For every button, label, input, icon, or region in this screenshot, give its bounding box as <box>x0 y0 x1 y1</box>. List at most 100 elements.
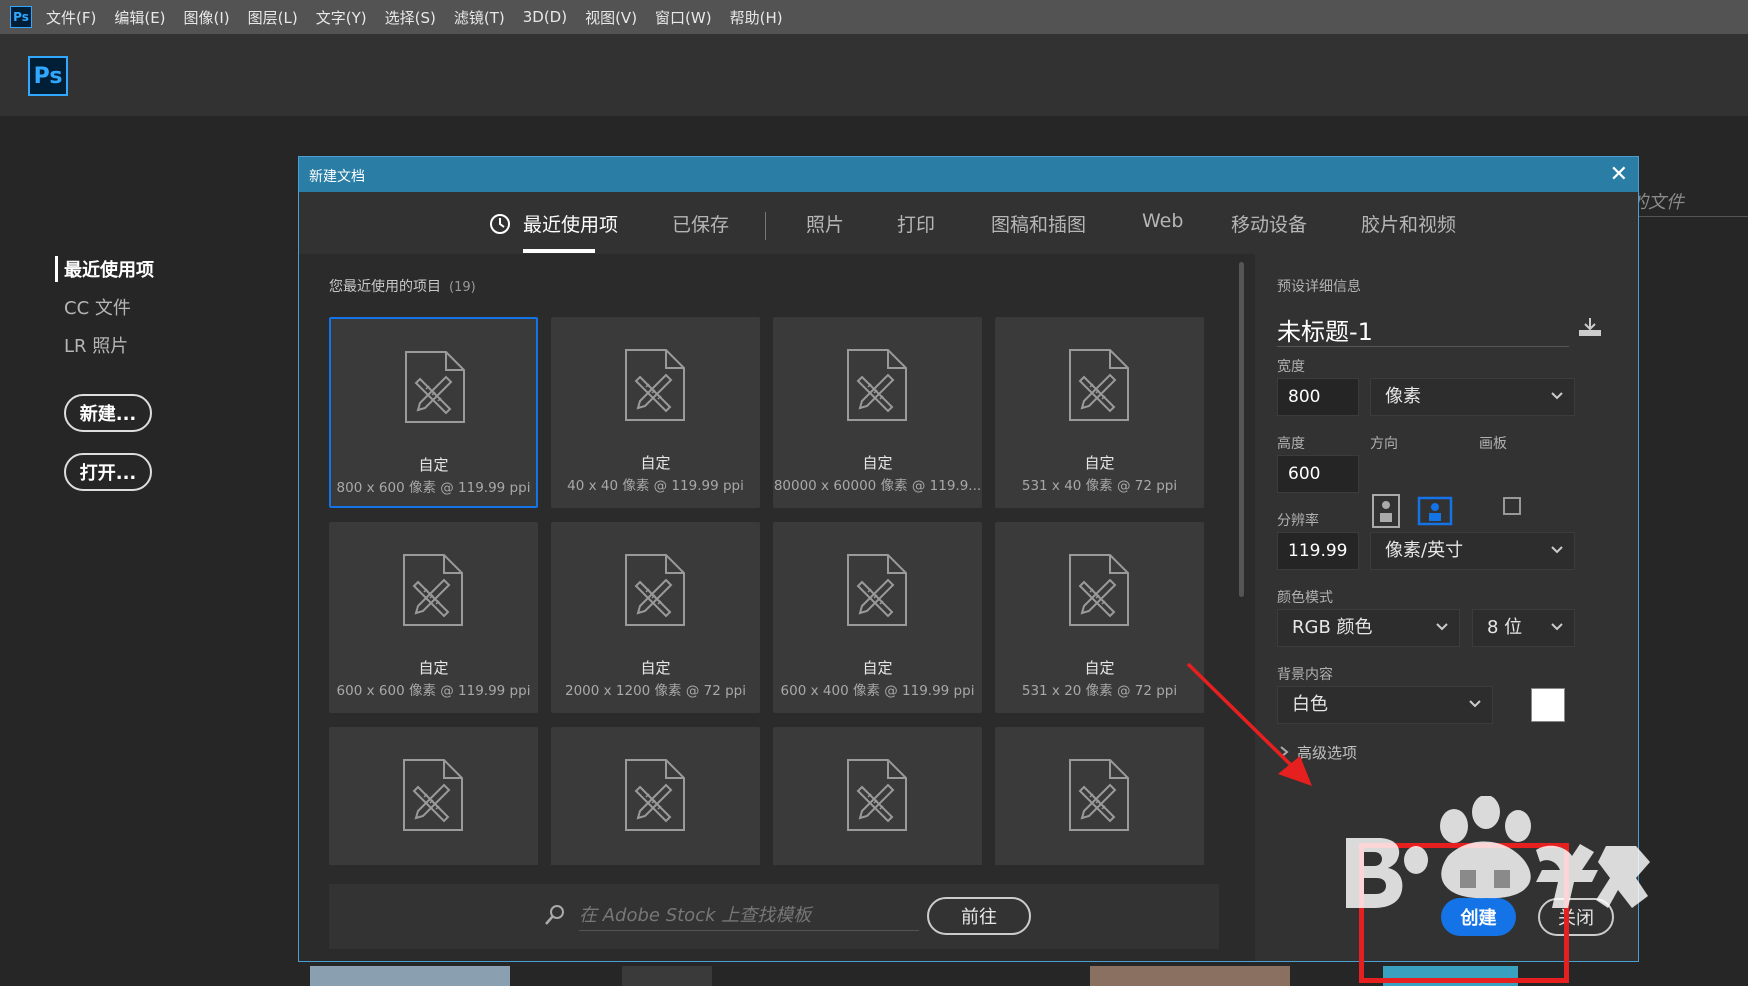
tab-mobile[interactable]: 移动设备 <box>1231 210 1307 237</box>
menu-bar: Ps 文件(F) 编辑(E) 图像(I) 图层(L) 文字(Y) 选择(S) 滤… <box>0 0 1748 34</box>
preset-card[interactable]: 自定 600 x 600 像素 @ 119.99 ppi <box>329 522 538 713</box>
color-mode-select[interactable]: RGB 颜色 <box>1277 609 1460 647</box>
chevron-down-icon <box>1551 392 1563 400</box>
preset-card[interactable] <box>773 727 982 865</box>
preset-card[interactable] <box>551 727 760 865</box>
menu-filter[interactable]: 滤镜(T) <box>454 7 505 28</box>
dialog-title: 新建文档 <box>309 169 365 185</box>
preset-card[interactable] <box>995 727 1204 865</box>
document-icon <box>403 554 463 626</box>
chevron-down-icon <box>1469 700 1481 708</box>
tab-film-video[interactable]: 胶片和视频 <box>1361 210 1456 237</box>
tab-photo[interactable]: 照片 <box>806 210 844 237</box>
chevron-down-icon <box>1551 546 1563 554</box>
document-icon <box>625 759 685 831</box>
orientation-label: 方向 <box>1370 436 1398 452</box>
home-header: Ps <box>0 34 1748 116</box>
color-mode-label: 颜色模式 <box>1277 590 1333 606</box>
annotation-highlight-box <box>1359 843 1569 983</box>
resolution-input[interactable]: 119.99 <box>1277 532 1359 570</box>
stock-search-input[interactable]: 在 Adobe Stock 上查找模板 <box>579 902 919 931</box>
document-icon <box>847 554 907 626</box>
preset-name: 自定 <box>862 659 893 677</box>
home-thumbnail[interactable] <box>1090 966 1290 986</box>
menu-file[interactable]: 文件(F) <box>46 7 96 28</box>
artboard-checkbox[interactable] <box>1503 497 1521 515</box>
document-icon <box>1069 759 1129 831</box>
home-new-button[interactable]: 新建... <box>64 394 152 432</box>
preset-card[interactable]: 自定 531 x 20 像素 @ 72 ppi <box>995 522 1204 713</box>
menu-image[interactable]: 图像(I) <box>184 7 230 28</box>
preset-size: 80000 x 60000 像素 @ 119.9... <box>773 478 982 494</box>
menu-type[interactable]: 文字(Y) <box>316 7 367 28</box>
preset-card[interactable]: 自定 80000 x 60000 像素 @ 119.9... <box>773 317 982 508</box>
menu-layer[interactable]: 图层(L) <box>248 7 298 28</box>
background-color-swatch[interactable] <box>1531 688 1565 722</box>
home-nav-recent[interactable]: 最近使用项 <box>55 256 154 282</box>
tab-web[interactable]: Web <box>1142 210 1183 232</box>
tab-art-illustration[interactable]: 图稿和插图 <box>991 210 1086 237</box>
width-unit-select[interactable]: 像素 <box>1370 378 1575 416</box>
preset-size: 40 x 40 像素 @ 119.99 ppi <box>567 478 744 494</box>
tab-print[interactable]: 打印 <box>897 210 935 237</box>
document-icon <box>405 351 465 423</box>
menu-select[interactable]: 选择(S) <box>385 7 436 28</box>
portrait-orientation-icon[interactable] <box>1371 494 1401 528</box>
menu-3d[interactable]: 3D(D) <box>523 8 567 26</box>
menu-help[interactable]: 帮助(H) <box>730 7 783 28</box>
active-tab-indicator <box>523 249 595 253</box>
home-thumbnail[interactable] <box>310 966 510 986</box>
document-icon <box>625 349 685 421</box>
width-input[interactable]: 800 <box>1277 378 1359 416</box>
menu-edit[interactable]: 编辑(E) <box>114 7 165 28</box>
clock-icon <box>490 214 510 234</box>
artboard-label: 画板 <box>1479 436 1507 452</box>
go-button[interactable]: 前往 <box>927 897 1031 935</box>
home-open-button[interactable]: 打开... <box>64 453 152 491</box>
preset-tabs: 最近使用项 已保存 照片 打印 图稿和插图 Web 移动设备 胶片和视频 <box>299 192 1638 254</box>
recent-presets-grid: 自定 800 x 600 像素 @ 119.99 ppi 自定 40 x 40 像素 … <box>329 317 1219 865</box>
preset-name: 自定 <box>862 454 893 472</box>
tab-recent[interactable]: 最近使用项 <box>523 210 618 237</box>
resolution-unit-select[interactable]: 像素/英寸 <box>1370 532 1575 570</box>
preset-name: 自定 <box>640 454 671 472</box>
home-thumbnail[interactable] <box>622 966 712 986</box>
menu-view[interactable]: 视图(V) <box>585 7 637 28</box>
preset-size: 800 x 600 像素 @ 119.99 ppi <box>336 480 531 496</box>
photoshop-app-icon: Ps <box>10 6 32 28</box>
preset-name: 自定 <box>418 659 449 677</box>
bit-depth-select[interactable]: 8 位 <box>1472 609 1575 647</box>
width-label: 宽度 <box>1277 359 1305 375</box>
preset-card[interactable]: 自定 2000 x 1200 像素 @ 72 ppi <box>551 522 760 713</box>
preset-card[interactable]: 自定 531 x 40 像素 @ 72 ppi <box>995 317 1204 508</box>
recent-presets-panel: 您最近使用的项目 (19) 自定 800 x 600 像素 @ 119.99 ppi… <box>299 254 1251 961</box>
document-icon <box>1069 554 1129 626</box>
height-input[interactable]: 600 <box>1277 455 1359 493</box>
preset-card[interactable]: 自定 40 x 40 像素 @ 119.99 ppi <box>551 317 760 508</box>
scrollbar-thumb[interactable] <box>1239 262 1244 597</box>
home-nav-cc-files[interactable]: CC 文件 <box>64 294 154 320</box>
preset-card[interactable]: 自定 800 x 600 像素 @ 119.99 ppi <box>329 317 538 508</box>
preset-name: 自定 <box>1084 659 1115 677</box>
tab-separator <box>765 212 766 240</box>
document-icon <box>847 349 907 421</box>
preset-card[interactable]: 自定 600 x 400 像素 @ 119.99 ppi <box>773 522 982 713</box>
photoshop-logo: Ps <box>28 56 68 96</box>
save-preset-icon[interactable] <box>1577 316 1603 338</box>
tab-saved[interactable]: 已保存 <box>672 210 729 237</box>
document-name-input[interactable]: 未标题-1 <box>1277 312 1569 347</box>
home-nav-lr-photos[interactable]: LR 照片 <box>64 332 154 358</box>
document-icon <box>625 554 685 626</box>
menu-window[interactable]: 窗口(W) <box>655 7 712 28</box>
home-divider <box>1630 216 1748 217</box>
resolution-label: 分辨率 <box>1277 513 1319 529</box>
document-icon <box>1069 349 1129 421</box>
close-icon[interactable]: ✕ <box>1610 162 1628 187</box>
recent-section-title: 您最近使用的项目 (19) <box>329 279 476 295</box>
stock-search-bar: 在 Adobe Stock 上查找模板 前往 <box>329 884 1219 949</box>
height-label: 高度 <box>1277 436 1305 452</box>
landscape-orientation-icon[interactable] <box>1417 496 1453 526</box>
search-icon <box>545 905 564 925</box>
chevron-down-icon <box>1551 623 1563 631</box>
preset-card[interactable] <box>329 727 538 865</box>
